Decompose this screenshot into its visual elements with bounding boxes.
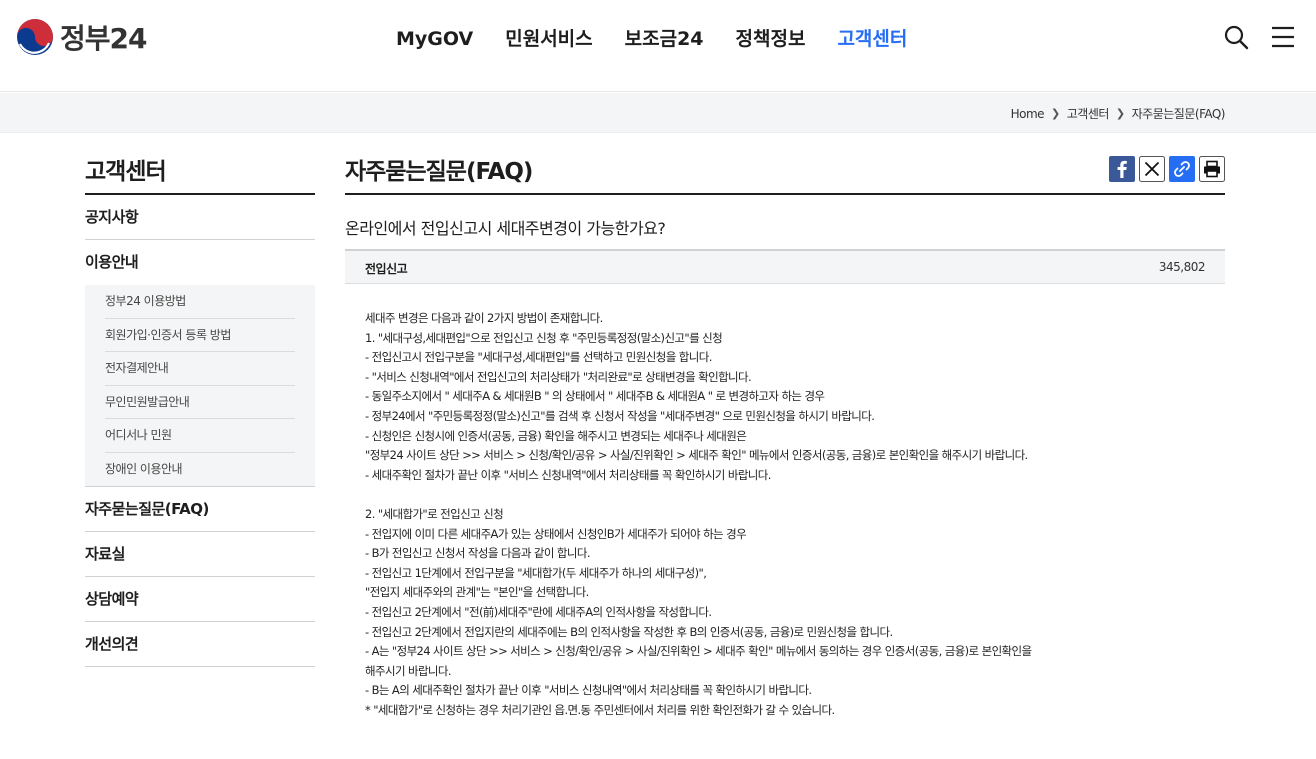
sidebar-item-notice[interactable]: 공지사항 <box>85 195 315 240</box>
breadcrumb-bar: Home ❯ 고객센터 ❯ 자주묻는질문(FAQ) <box>0 93 1316 133</box>
sidebar-subitem-signup-certificate[interactable]: 회원가입·인증서 등록 방법 <box>105 319 295 352</box>
chevron-right-icon: ❯ <box>1115 107 1125 120</box>
faq-meta-row: 전입신고 345,802 <box>345 249 1225 284</box>
answer-line: "전입지 세대주와의 관계"는 "본인"을 선택합니다. <box>365 585 589 600</box>
breadcrumb: Home ❯ 고객센터 ❯ 자주묻는질문(FAQ) <box>1011 105 1226 122</box>
logo[interactable]: 정부24 <box>16 18 147 56</box>
answer-line: 1. "세대구성,세대편입"으로 전입신고 신청 후 "주민등록정정(말소)신고… <box>365 330 723 345</box>
sidebar-item-faq[interactable]: 자주묻는질문(FAQ) <box>85 487 315 532</box>
answer-line <box>365 485 1205 505</box>
answer-line: - A는 "정부24 사이트 상단 >> 서비스 > 신청/확인/공유 > 사실… <box>365 644 1032 659</box>
answer-line: 세대주 변경은 다음과 같이 2가지 방법이 존재합니다. <box>365 311 603 325</box>
answer-line: - B는 A의 세대주확인 절차가 끝난 이후 "서비스 신청내역"에서 처리상… <box>365 683 812 698</box>
sidebar-subitem-payment[interactable]: 전자결제안내 <box>105 352 295 386</box>
faq-question: 온라인에서 전입신고시 세대주변경이 가능한가요? <box>345 219 666 238</box>
breadcrumb-home[interactable]: Home <box>1011 107 1045 121</box>
sidebar-title: 고객센터 <box>85 152 315 195</box>
sidebar-subitem-accessibility[interactable]: 장애인 이용안내 <box>105 453 295 487</box>
answer-line: "정부24 사이트 상단 >> 서비스 > 신청/확인/공유 > 사실/진위확인… <box>365 448 1028 463</box>
share-toolbar <box>1105 156 1225 182</box>
answer-line: * "세대합가"로 신청하는 경우 처리기관인 읍.면.동 주민센터에서 처리를… <box>365 702 835 717</box>
nav-policy[interactable]: 정책정보 <box>736 24 806 54</box>
main-content: 자주묻는질문(FAQ) 온라인에서 전입신고시 세대주변경이 가능한가요? 전입… <box>345 152 1225 720</box>
faq-category: 전입신고 <box>365 262 408 276</box>
chevron-right-icon: ❯ <box>1051 107 1060 120</box>
answer-line: - 전입신고 2단계에서 전입지란의 세대주에는 B의 인적사항을 작성한 후 … <box>365 624 893 639</box>
taegeuk-logo-icon <box>17 19 53 55</box>
facebook-icon[interactable] <box>1109 156 1135 182</box>
sidebar-subitem-how-to-use[interactable]: 정부24 이용방법 <box>105 285 295 319</box>
answer-line: - 전입지에 이미 다른 세대주A가 있는 상태에서 신청인B가 세대주가 되어… <box>365 526 747 541</box>
sidebar-item-feedback[interactable]: 개선의견 <box>85 622 315 667</box>
sidebar-sub-list: 정부24 이용방법 회원가입·인증서 등록 방법 전자결제안내 무인민원발급안내… <box>85 285 315 487</box>
answer-line: 해주시기 바랍니다. <box>365 663 452 678</box>
answer-line: - 전입신고 1단계에서 전입구분을 "세대합가(두 세대주가 하나의 세대구성… <box>365 565 707 580</box>
sidebar-subitem-kiosk[interactable]: 무인민원발급안내 <box>105 386 295 419</box>
answer-line: - 전입신고시 전입구분을 "세대구성,세대편입"를 선택하고 민원신청을 합니… <box>365 350 712 365</box>
answer-line: - "서비스 신청내역"에서 전입신고의 처리상태가 "처리완료"로 상태변경을… <box>365 369 752 384</box>
logo-text: 정부24 <box>60 22 147 55</box>
answer-line: - 정부24에서 "주민등록정정(말소)신고"를 검색 후 신청서 작성을 "세… <box>365 408 875 423</box>
sidebar: 고객센터 공지사항 이용안내 정부24 이용방법 회원가입·인증서 등록 방법 … <box>85 152 315 667</box>
site-header: 정부24 MyGOV 민원서비스 보조금24 정책정보 고객센터 <box>0 0 1316 92</box>
nav-mygov[interactable]: MyGOV <box>396 24 473 54</box>
link-icon[interactable] <box>1169 156 1195 182</box>
nav-customer-center[interactable]: 고객센터 <box>837 24 907 54</box>
sidebar-subitem-anywhere[interactable]: 어디서나 민원 <box>105 419 295 453</box>
page-title: 자주묻는질문(FAQ) <box>345 159 533 185</box>
breadcrumb-faq[interactable]: 자주묻는질문(FAQ) <box>1132 105 1226 122</box>
faq-view-count: 345,802 <box>1158 260 1206 274</box>
answer-line: - B가 전입신고 신청서 작성을 다음과 같이 합니다. <box>365 546 591 561</box>
answer-line: - 동일주소지에서 " 세대주A & 세대원B " 의 상태에서 " 세대주B … <box>365 389 825 404</box>
answer-line: - 세대주확인 절차가 끝난 이후 "서비스 신청내역"에서 처리상태를 꼭 확… <box>365 467 771 482</box>
print-icon[interactable] <box>1199 156 1225 182</box>
x-icon[interactable] <box>1139 156 1165 182</box>
nav-subsidy[interactable]: 보조금24 <box>625 24 704 54</box>
answer-line: 2. "세대합가"로 전입신고 신청 <box>365 506 504 521</box>
sidebar-item-consult-booking[interactable]: 상담예약 <box>85 577 315 622</box>
answer-line: - 신청인은 신청시에 인증서(공동, 금융) 확인을 해주시고 변경되는 세대… <box>365 428 747 443</box>
search-icon[interactable] <box>1223 24 1249 50</box>
main-nav: MyGOV 민원서비스 보조금24 정책정보 고객센터 <box>380 24 923 54</box>
page-title-wrap: 자주묻는질문(FAQ) <box>345 152 1225 195</box>
menu-icon[interactable] <box>1270 24 1296 50</box>
sidebar-item-guide[interactable]: 이용안내 <box>85 240 315 285</box>
sidebar-item-archive[interactable]: 자료실 <box>85 532 315 577</box>
nav-civil-service[interactable]: 민원서비스 <box>505 24 592 54</box>
answer-line: - 전입신고 2단계에서 "전(前)세대주"란에 세대주A의 인적사항을 작성합… <box>365 604 712 619</box>
breadcrumb-customer-center[interactable]: 고객센터 <box>1067 105 1110 122</box>
faq-answer: 세대주 변경은 다음과 같이 2가지 방법이 존재합니다. 1. "세대구성,세대… <box>345 284 1225 720</box>
